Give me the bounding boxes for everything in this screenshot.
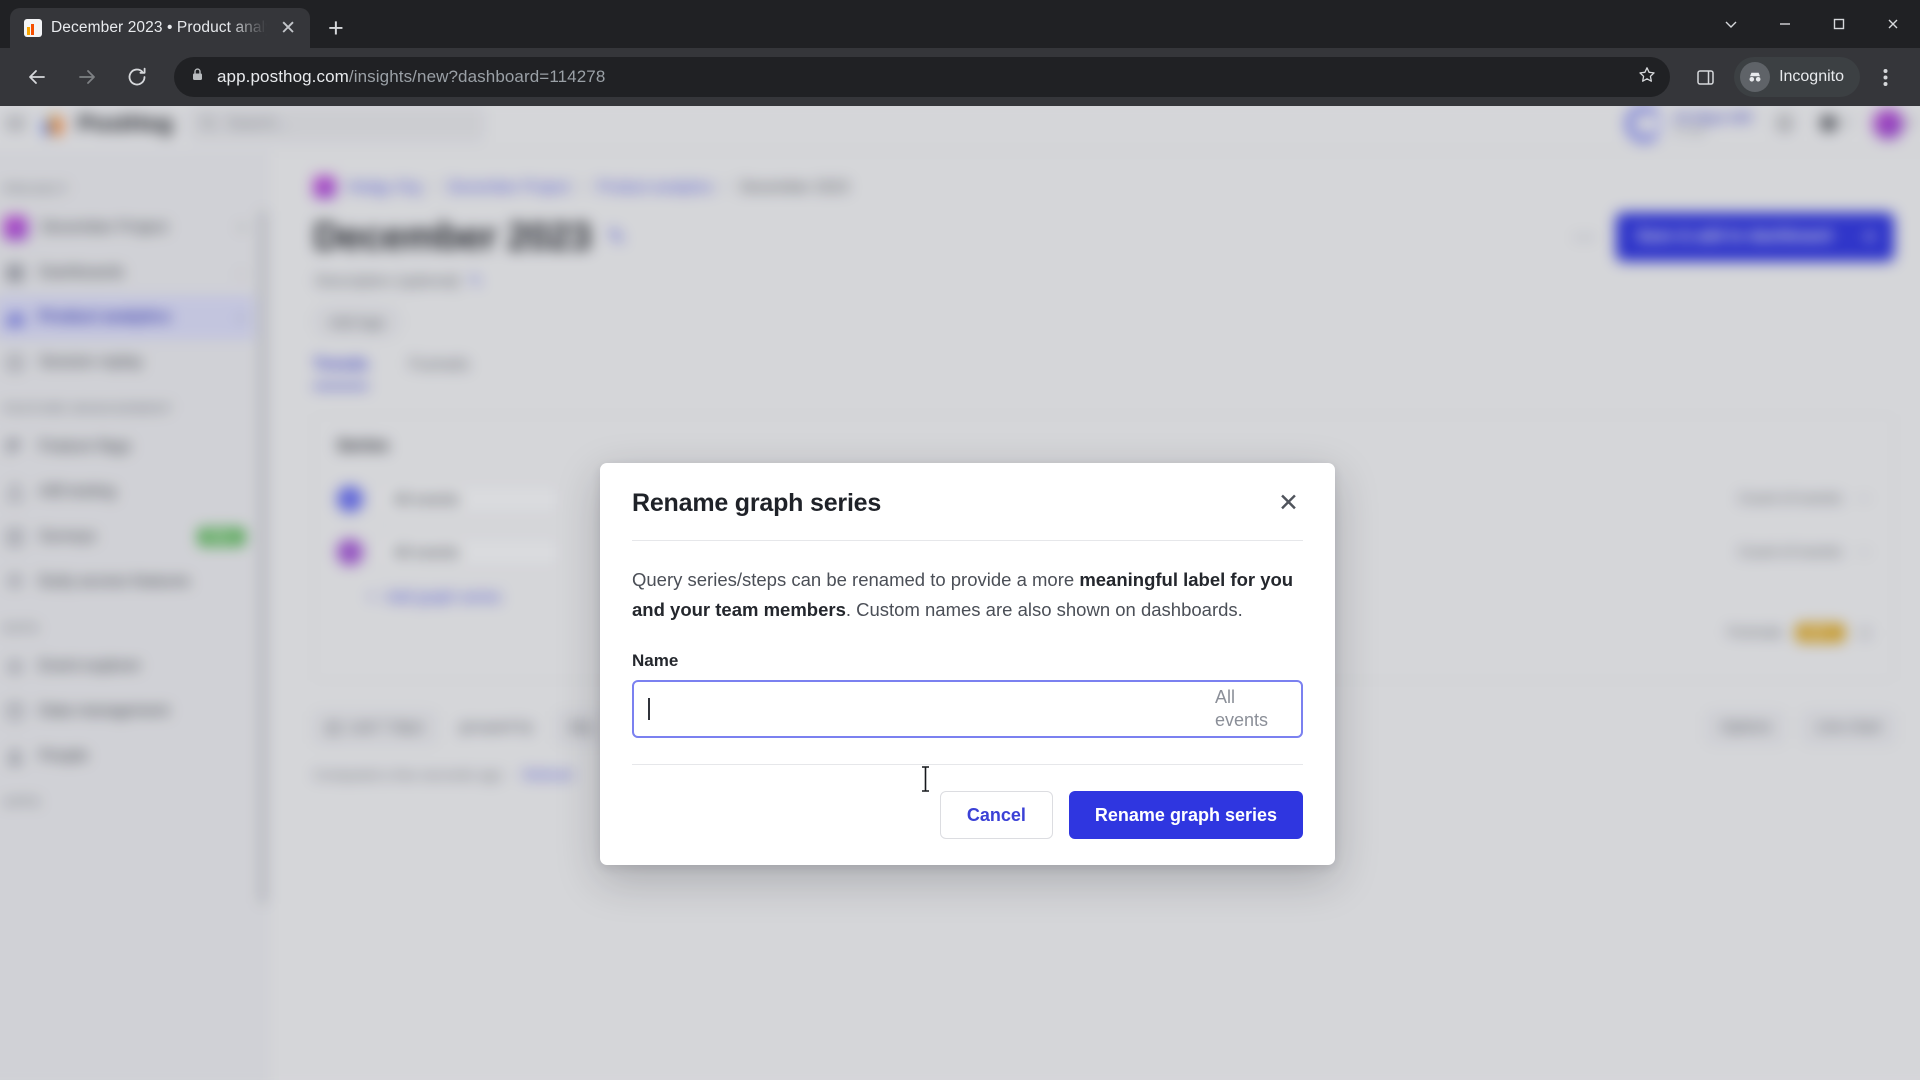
close-tab-icon[interactable]: ✕ [276,16,300,41]
browser-tab[interactable]: December 2023 • Product analy ✕ [10,8,310,48]
address-bar[interactable]: app.posthog.com/insights/new?dashboard=1… [174,57,1671,97]
posthog-favicon-icon [24,19,42,37]
description-part-2: . Custom names are also shown on dashboa… [845,599,1243,621]
divider [632,540,1303,541]
dialog-header: Rename graph series ✕ [632,489,1303,518]
rename-graph-series-button[interactable]: Rename graph series [1068,791,1303,840]
dialog-description: Query series/steps can be renamed to pro… [632,565,1303,625]
tab-strip: December 2023 • Product analy ✕ + [0,0,1920,48]
incognito-label: Incognito [1779,68,1844,85]
close-icon[interactable]: ✕ [1274,489,1303,518]
incognito-avatar-icon [1740,62,1771,92]
url-text: app.posthog.com/insights/new?dashboard=1… [217,67,605,87]
text-caret [648,698,650,721]
forward-arrow-icon[interactable] [64,54,110,100]
new-tab-button[interactable]: + [328,15,344,42]
bookmark-star-icon[interactable] [1638,66,1656,89]
back-arrow-icon[interactable] [14,54,60,100]
lock-icon [190,67,205,87]
tab-title: December 2023 • Product analy [51,19,268,36]
name-field-label: Name [632,651,679,671]
close-window-icon[interactable] [1866,0,1920,48]
browser-window: December 2023 • Product analy ✕ + app.po… [0,0,1920,1080]
name-input-placeholder: All events [1215,687,1269,731]
name-input[interactable]: All events [632,680,1303,739]
mouse-cursor-ibeam [919,766,932,797]
minimize-icon[interactable] [1758,0,1812,48]
dialog-actions: Cancel Rename graph series [632,765,1303,840]
split-screen-icon[interactable] [1684,56,1726,98]
browser-toolbar: app.posthog.com/insights/new?dashboard=1… [0,48,1920,106]
rename-graph-series-dialog: Rename graph series ✕ Query series/steps… [600,463,1335,866]
page-viewport: PostHog Search... 14 days left in trial [0,106,1920,1080]
incognito-indicator[interactable]: Incognito [1734,57,1860,97]
description-part-1: Query series/steps can be renamed to pro… [632,569,1080,590]
window-controls [1704,0,1920,48]
url-host: app.posthog.com [217,67,349,86]
dialog-title: Rename graph series [632,489,882,517]
browser-menu-icon[interactable] [1864,56,1906,98]
reload-icon[interactable] [114,54,160,100]
chevron-down-icon[interactable] [1704,0,1758,48]
cancel-button[interactable]: Cancel [939,791,1053,840]
maximize-icon[interactable] [1812,0,1866,48]
url-path: /insights/new?dashboard=114278 [348,67,606,86]
